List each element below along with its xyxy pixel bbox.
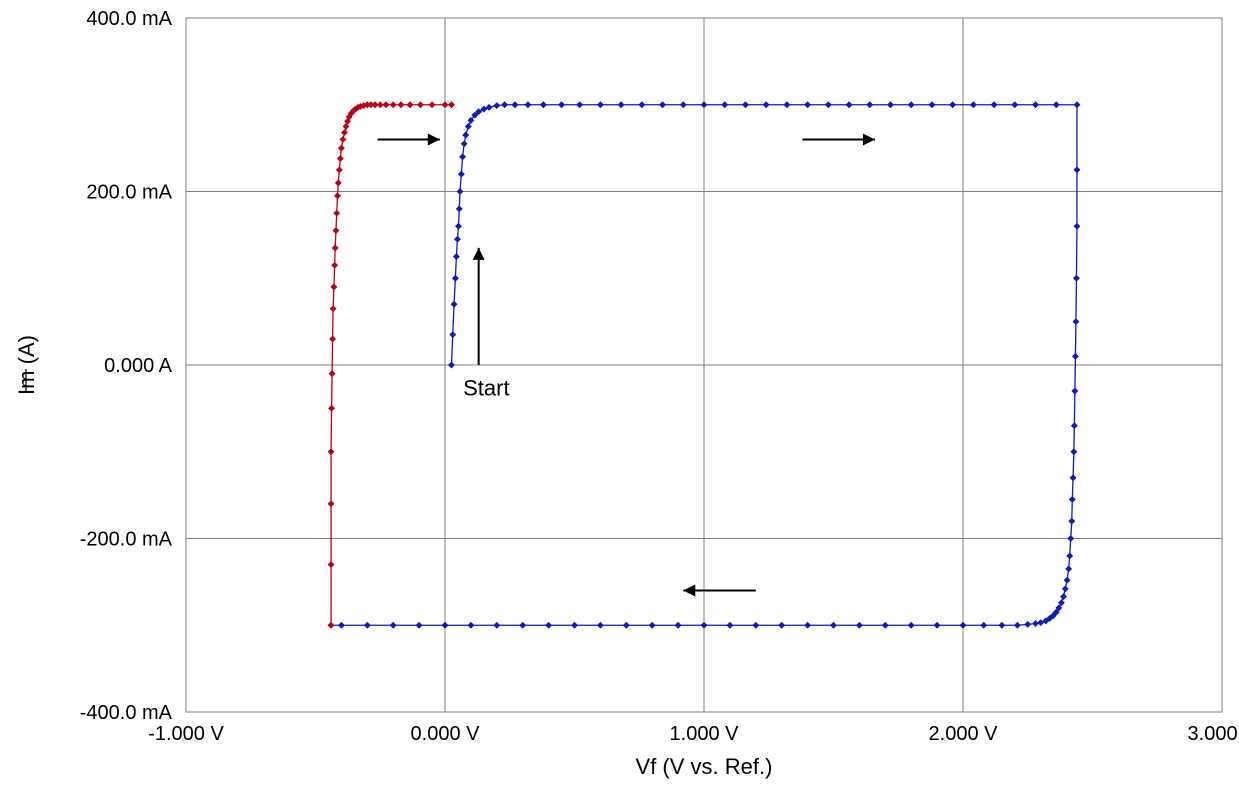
x-tick-label: 3.000 V xyxy=(1188,723,1239,745)
y-tick-label: 0.000 A xyxy=(104,355,173,377)
y-tick-label: -200.0 mA xyxy=(80,529,173,551)
arrowhead-icon xyxy=(863,133,875,145)
chart-svg: -1.000 V 0.000 V 1.000 V 2.000 V 3.000 V -400… xyxy=(0,0,1239,806)
x-tick-label: -1.000 V xyxy=(148,723,224,745)
x-tick-label: 0.000 V xyxy=(411,723,481,745)
arrowhead-icon xyxy=(683,585,695,597)
arrowhead-icon xyxy=(473,248,485,260)
arrowhead-icon xyxy=(428,133,440,145)
y-tick-label: -400.0 mA xyxy=(80,702,173,724)
cv-chart: -1.000 V 0.000 V 1.000 V 2.000 V 3.000 V -400… xyxy=(0,0,1239,806)
y-tick-label: 200.0 mA xyxy=(86,182,172,204)
annotation-start: Start xyxy=(463,375,509,400)
x-tick-label: 2.000 V xyxy=(929,723,999,745)
x-tick-label: 1.000 V xyxy=(670,723,740,745)
x-axis-label: Vf (V vs. Ref.) xyxy=(636,754,773,779)
gridlines xyxy=(186,18,1222,712)
y-tick-label: 400.0 mA xyxy=(86,8,172,30)
